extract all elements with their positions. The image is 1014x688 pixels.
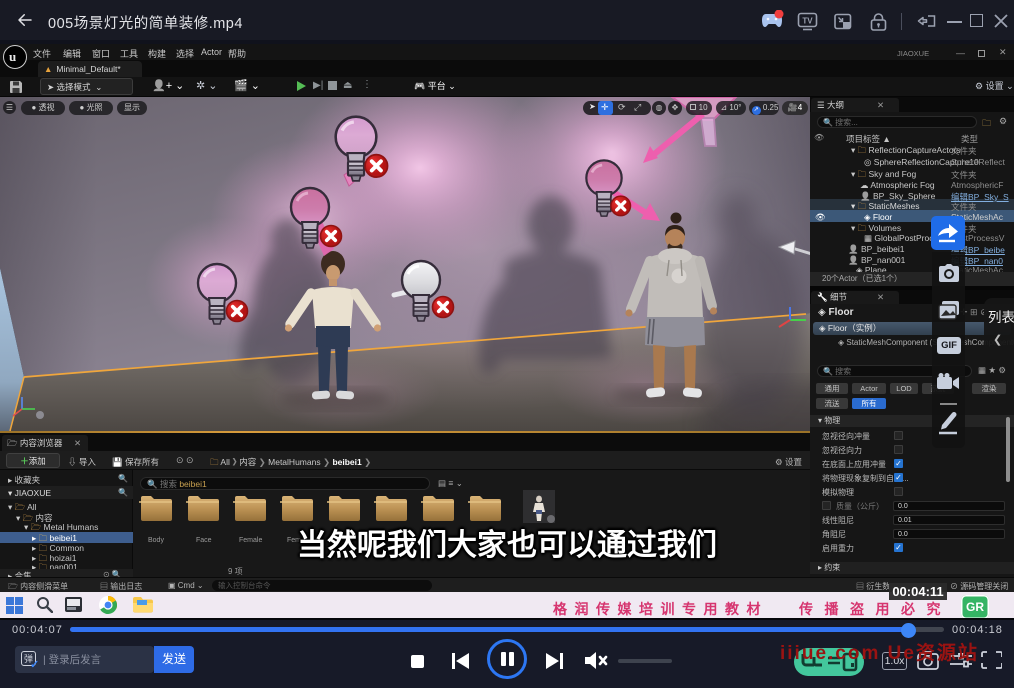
svg-text:TV: TV [802, 17, 813, 26]
